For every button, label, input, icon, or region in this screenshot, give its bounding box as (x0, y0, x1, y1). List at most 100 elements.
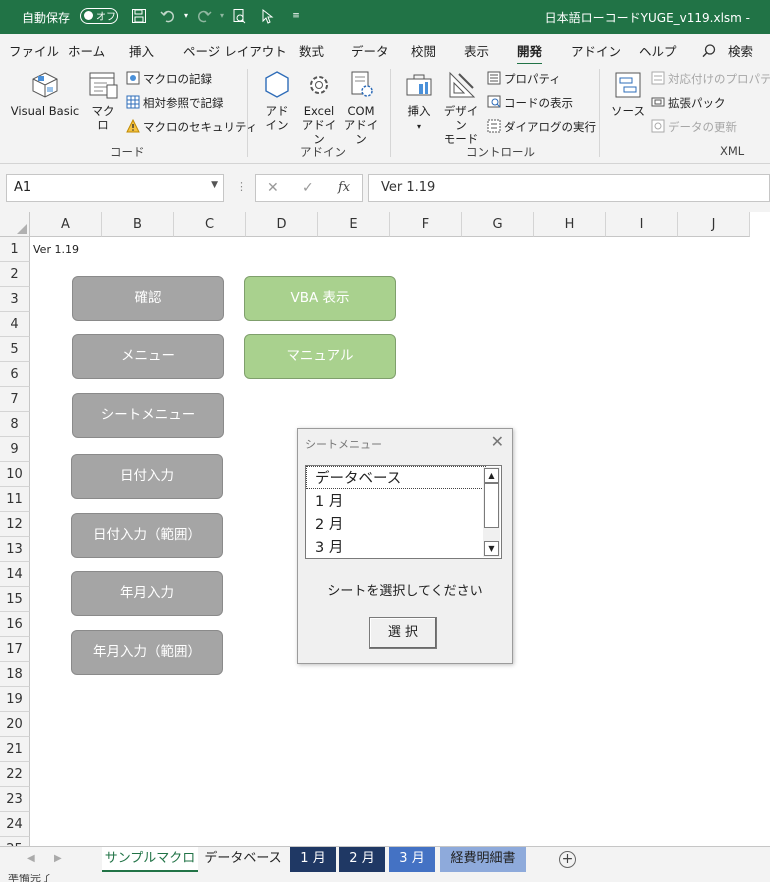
sheet-tab-jan[interactable]: 1 月 (290, 847, 336, 872)
column-header[interactable]: E (318, 212, 390, 237)
tab-view[interactable]: 表示 (464, 41, 489, 60)
properties-button[interactable]: プロパティ (487, 70, 561, 88)
xml-source-button[interactable]: ソース (609, 70, 647, 118)
select-all-button[interactable] (0, 212, 30, 237)
enter-icon[interactable]: ✓ (302, 180, 314, 196)
row-header[interactable]: 4 (0, 312, 30, 337)
tab-formulas[interactable]: 数式 (299, 41, 324, 60)
list-item[interactable]: 1 月 (315, 490, 343, 511)
row-header[interactable]: 16 (0, 612, 30, 637)
row-header[interactable]: 24 (0, 812, 30, 837)
prev-sheet-icon[interactable]: ◀ (27, 853, 35, 864)
tab-help[interactable]: ヘルプ (639, 41, 677, 60)
design-mode-button[interactable]: デザイン モード (439, 70, 483, 146)
cancel-icon[interactable]: ✕ (267, 180, 279, 196)
row-header[interactable]: 21 (0, 737, 30, 762)
row-header[interactable]: 19 (0, 687, 30, 712)
tab-search[interactable]: 検索 (702, 41, 753, 60)
confirm-button[interactable]: 確認 (72, 276, 224, 321)
row-header[interactable]: 14 (0, 562, 30, 587)
manual-button[interactable]: マニュアル (244, 334, 396, 379)
row-header[interactable]: 23 (0, 787, 30, 812)
sheet-tab-expenses[interactable]: 経費明細書 (440, 847, 526, 872)
column-header[interactable]: H (534, 212, 606, 237)
record-macro-button[interactable]: マクロの記録 (126, 70, 212, 88)
row-header[interactable]: 10 (0, 462, 30, 487)
macro-security-button[interactable]: マクロのセキュリティ (126, 118, 257, 136)
date-range-input-button[interactable]: 日付入力（範囲） (71, 513, 223, 558)
listbox-scrollbar[interactable]: ▲ ▼ (483, 467, 500, 557)
row-header[interactable]: 7 (0, 387, 30, 412)
macro-button[interactable]: マクロ (86, 70, 120, 132)
excel-addins-button[interactable]: Excel アドイン (298, 70, 340, 146)
customize-qat-icon[interactable]: ≡ (288, 8, 304, 24)
tab-data[interactable]: データ (351, 41, 389, 60)
select-objects-icon[interactable] (259, 8, 275, 24)
insert-function-icon[interactable]: fx (338, 180, 350, 195)
redo-icon[interactable] (196, 8, 212, 24)
tab-developer[interactable]: 開発 (517, 41, 543, 66)
formula-input[interactable]: Ver 1.19 (368, 174, 770, 202)
row-header[interactable]: 9 (0, 437, 30, 462)
com-addins-button[interactable]: COM アドイン (340, 70, 382, 146)
save-icon[interactable] (131, 8, 147, 24)
close-icon[interactable]: ✕ (491, 432, 504, 451)
list-item[interactable]: データベース (306, 466, 486, 489)
view-code-button[interactable]: コードの表示 (487, 94, 573, 112)
tab-review[interactable]: 校閲 (411, 41, 436, 60)
row-header[interactable]: 2 (0, 262, 30, 287)
tab-addins[interactable]: アドイン (571, 41, 621, 60)
chevron-down-icon[interactable]: ▼ (211, 180, 218, 190)
undo-dropdown-icon[interactable]: ▾ (178, 8, 194, 24)
scroll-up-icon[interactable]: ▲ (484, 468, 499, 483)
row-header[interactable]: 13 (0, 537, 30, 562)
scroll-thumb[interactable] (484, 483, 499, 528)
column-header[interactable]: F (390, 212, 462, 237)
list-item[interactable]: 3 月 (315, 536, 343, 557)
tab-insert[interactable]: 挿入 (129, 41, 154, 60)
sheet-tab-mar[interactable]: 3 月 (389, 847, 435, 872)
addins-button[interactable]: アド イン (257, 70, 297, 132)
run-dialog-button[interactable]: ダイアログの実行 (487, 118, 596, 136)
date-input-button[interactable]: 日付入力 (71, 454, 223, 499)
resize-handle-icon[interactable]: ⋮ (236, 180, 247, 193)
add-sheet-icon[interactable]: + (559, 851, 576, 868)
row-header[interactable]: 20 (0, 712, 30, 737)
vba-view-button[interactable]: VBA 表示 (244, 276, 396, 321)
row-header[interactable]: 6 (0, 362, 30, 387)
sheet-menu-button[interactable]: シートメニュー (72, 393, 224, 438)
undo-icon[interactable] (160, 8, 176, 24)
scroll-down-icon[interactable]: ▼ (484, 541, 499, 556)
visual-basic-button[interactable]: Visual Basic (8, 70, 82, 118)
sheet-tab-database[interactable]: データベース (200, 847, 286, 872)
sheet-tab-feb[interactable]: 2 月 (339, 847, 385, 872)
row-header[interactable]: 1 (0, 237, 30, 262)
row-header[interactable]: 22 (0, 762, 30, 787)
row-header[interactable]: 17 (0, 637, 30, 662)
row-header[interactable]: 18 (0, 662, 30, 687)
year-month-input-button[interactable]: 年月入力 (71, 571, 223, 616)
tab-file[interactable]: ファイル (9, 41, 59, 60)
column-header[interactable]: I (606, 212, 678, 237)
row-header[interactable]: 3 (0, 287, 30, 312)
row-header[interactable]: 11 (0, 487, 30, 512)
redo-dropdown-icon[interactable]: ▾ (214, 8, 230, 24)
autosave-toggle[interactable]: オフ (80, 8, 118, 24)
cell-a1[interactable]: Ver 1.19 (33, 243, 79, 256)
column-header[interactable]: C (174, 212, 246, 237)
row-header[interactable]: 12 (0, 512, 30, 537)
row-header[interactable]: 15 (0, 587, 30, 612)
column-header[interactable]: D (246, 212, 318, 237)
row-header[interactable]: 25 (0, 837, 30, 846)
print-preview-icon[interactable] (231, 8, 247, 24)
next-sheet-icon[interactable]: ▶ (54, 853, 62, 864)
name-box[interactable]: A1 ▼ (6, 174, 224, 202)
menu-button[interactable]: メニュー (72, 334, 224, 379)
tab-home[interactable]: ホーム (68, 41, 105, 60)
column-header[interactable]: G (462, 212, 534, 237)
column-header[interactable]: B (102, 212, 174, 237)
sheet-tab-sample-macro[interactable]: サンプルマクロ (102, 847, 198, 872)
year-month-range-input-button[interactable]: 年月入力（範囲） (71, 630, 223, 675)
row-header[interactable]: 5 (0, 337, 30, 362)
list-item[interactable]: 2 月 (315, 513, 343, 534)
